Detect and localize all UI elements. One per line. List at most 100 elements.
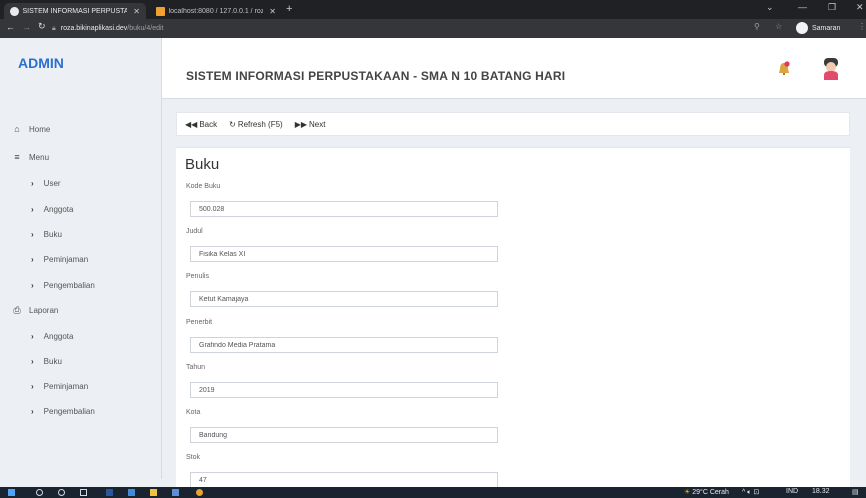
forward-arrow-icon[interactable]: → bbox=[22, 22, 31, 32]
sidebar-item-home[interactable]: ⌂ Home bbox=[11, 124, 50, 134]
browser-tab[interactable]: localhost:8080 / 127.0.0.1 / roza ✕ bbox=[150, 3, 282, 19]
tab-search-icon[interactable]: ⌄ bbox=[766, 2, 774, 13]
rewind-icon: ◀◀ bbox=[185, 119, 198, 129]
next-label: Next bbox=[309, 119, 326, 129]
chevron-right-icon: › bbox=[31, 255, 34, 264]
url-field[interactable]: 🔒︎ roza.bikinaplikasi.dev /buku/4/edit bbox=[52, 22, 796, 35]
sidebar-item-laporan[interactable]: ⎙ Laporan bbox=[11, 305, 58, 316]
more-menu-icon[interactable]: ⋮ bbox=[858, 22, 866, 31]
home-icon: ⌂ bbox=[14, 124, 20, 134]
task-view-icon[interactable] bbox=[80, 489, 87, 496]
kode-buku-field[interactable] bbox=[190, 201, 498, 217]
refresh-icon: ↻ bbox=[229, 119, 236, 129]
chevron-right-icon: › bbox=[31, 382, 34, 391]
sidebar-item-label: Buku bbox=[43, 357, 62, 366]
avatar bbox=[796, 22, 808, 34]
tray-icons[interactable]: ^ 🔈︎ ⊡ bbox=[742, 488, 759, 497]
sidebar-item-peminjaman[interactable]: › Peminjaman bbox=[31, 255, 88, 264]
field-label-penulis: Penulis bbox=[186, 273, 209, 280]
sidebar-item-label: Home bbox=[29, 124, 51, 134]
app-icon[interactable] bbox=[128, 489, 135, 496]
search-icon[interactable] bbox=[36, 489, 43, 496]
notification-center-icon[interactable]: ▤ bbox=[852, 488, 859, 496]
bookmark-star-icon[interactable]: ☆ bbox=[775, 22, 782, 31]
minimize-icon[interactable]: — bbox=[798, 2, 807, 12]
chevron-right-icon: › bbox=[31, 179, 34, 188]
back-label: Back bbox=[199, 119, 218, 129]
sidebar-item-label: Pengembalian bbox=[43, 281, 95, 290]
word-icon[interactable] bbox=[106, 489, 113, 496]
sidebar-item-laporan-anggota[interactable]: › Anggota bbox=[31, 332, 73, 341]
close-window-icon[interactable]: ✕ bbox=[856, 2, 864, 13]
weather-widget[interactable]: ☀ 29°C Cerah bbox=[684, 488, 729, 496]
profile-button[interactable]: Samaran bbox=[796, 22, 840, 34]
globe-icon bbox=[10, 6, 19, 16]
new-tab-button[interactable]: + bbox=[286, 3, 292, 15]
notification-bell-icon[interactable] bbox=[778, 61, 790, 77]
windows-start-icon[interactable] bbox=[8, 489, 15, 496]
kota-field[interactable] bbox=[190, 427, 498, 443]
field-label-kota: Kota bbox=[186, 409, 201, 416]
url-path: /buku/4/edit bbox=[127, 25, 164, 32]
field-label-kode-buku: Kode Buku bbox=[186, 183, 221, 190]
penerbit-field[interactable] bbox=[190, 337, 498, 353]
weather-text: 29°C Cerah bbox=[692, 489, 729, 496]
sidebar-item-pengembalian[interactable]: › Pengembalian bbox=[31, 281, 95, 290]
tab-title: SISTEM INFORMASI PERPUSTAK bbox=[22, 7, 128, 15]
chevron-right-icon: › bbox=[31, 407, 34, 416]
lock-icon: 🔒︎ bbox=[52, 24, 56, 32]
sidebar-item-label: Laporan bbox=[29, 306, 59, 315]
sidebar-item-label: Buku bbox=[43, 230, 62, 239]
fast-forward-icon: ▶▶ bbox=[294, 119, 308, 129]
penulis-field[interactable] bbox=[190, 291, 498, 307]
sidebar-item-label: Anggota bbox=[43, 205, 74, 214]
sidebar-item-laporan-pengembalian[interactable]: › Pengembalian bbox=[31, 407, 95, 416]
file-explorer-icon[interactable] bbox=[150, 489, 157, 496]
tahun-field[interactable] bbox=[190, 382, 498, 398]
chevron-right-icon: › bbox=[31, 205, 34, 214]
clock[interactable]: 18.32 bbox=[812, 488, 830, 495]
sidebar-item-buku[interactable]: › Buku bbox=[31, 230, 62, 239]
field-label-stok: Stok bbox=[186, 454, 201, 461]
tab-close-icon[interactable]: ✕ bbox=[269, 7, 276, 16]
sidebar-item-label: Menu bbox=[29, 152, 50, 162]
printer-icon: ⎙ bbox=[13, 305, 21, 315]
language-indicator[interactable]: IND bbox=[786, 488, 798, 495]
back-button[interactable]: ◀◀ Back bbox=[185, 120, 217, 129]
sidebar-item-anggota[interactable]: › Anggota bbox=[31, 205, 73, 214]
form-title: Buku bbox=[185, 156, 220, 173]
reload-icon[interactable]: ↻ bbox=[38, 21, 46, 32]
sidebar-item-user[interactable]: › User bbox=[31, 179, 61, 188]
sidebar-item-menu[interactable]: ≡ Menu bbox=[11, 152, 49, 162]
browser-tab-active[interactable]: SISTEM INFORMASI PERPUSTAK ✕ bbox=[4, 3, 146, 19]
chrome-icon[interactable] bbox=[196, 489, 203, 496]
refresh-button[interactable]: ↻ Refresh (F5) bbox=[229, 120, 283, 129]
menu-list-icon: ≡ bbox=[14, 152, 20, 162]
zoom-icon[interactable]: ⚲ bbox=[754, 22, 760, 31]
app-icon[interactable] bbox=[172, 489, 179, 496]
chevron-right-icon: › bbox=[31, 230, 34, 239]
back-arrow-icon[interactable]: ← bbox=[6, 22, 15, 32]
sidebar-item-label: Anggota bbox=[43, 332, 74, 341]
field-label-judul: Judul bbox=[186, 228, 203, 235]
user-avatar-icon[interactable] bbox=[822, 58, 840, 80]
stok-field[interactable] bbox=[190, 472, 498, 488]
cortana-icon[interactable] bbox=[58, 489, 65, 496]
page-title: SISTEM INFORMASI PERPUSTAKAAN - SMA N 10… bbox=[186, 69, 566, 83]
chevron-right-icon: › bbox=[31, 281, 34, 290]
tab-close-icon[interactable]: ✕ bbox=[133, 7, 140, 16]
app-logo[interactable]: ADMIN bbox=[18, 55, 64, 71]
sidebar-item-label: Peminjaman bbox=[43, 382, 89, 391]
sidebar-item-laporan-peminjaman[interactable]: › Peminjaman bbox=[31, 382, 88, 391]
sidebar-item-label: Pengembalian bbox=[43, 407, 95, 416]
maximize-icon[interactable]: ❐ bbox=[828, 2, 836, 13]
sidebar-item-laporan-buku[interactable]: › Buku bbox=[31, 357, 62, 366]
url-host: roza.bikinaplikasi.dev bbox=[60, 25, 128, 32]
profile-name: Samaran bbox=[812, 24, 841, 32]
field-label-penerbit: Penerbit bbox=[186, 319, 213, 326]
sidebar-item-label: User bbox=[43, 179, 61, 188]
judul-field[interactable] bbox=[190, 246, 498, 262]
next-button[interactable]: ▶▶ Next bbox=[295, 120, 326, 129]
weather-icon: ☀ bbox=[684, 489, 691, 496]
tab-title: localhost:8080 / 127.0.0.1 / roza bbox=[168, 7, 264, 15]
